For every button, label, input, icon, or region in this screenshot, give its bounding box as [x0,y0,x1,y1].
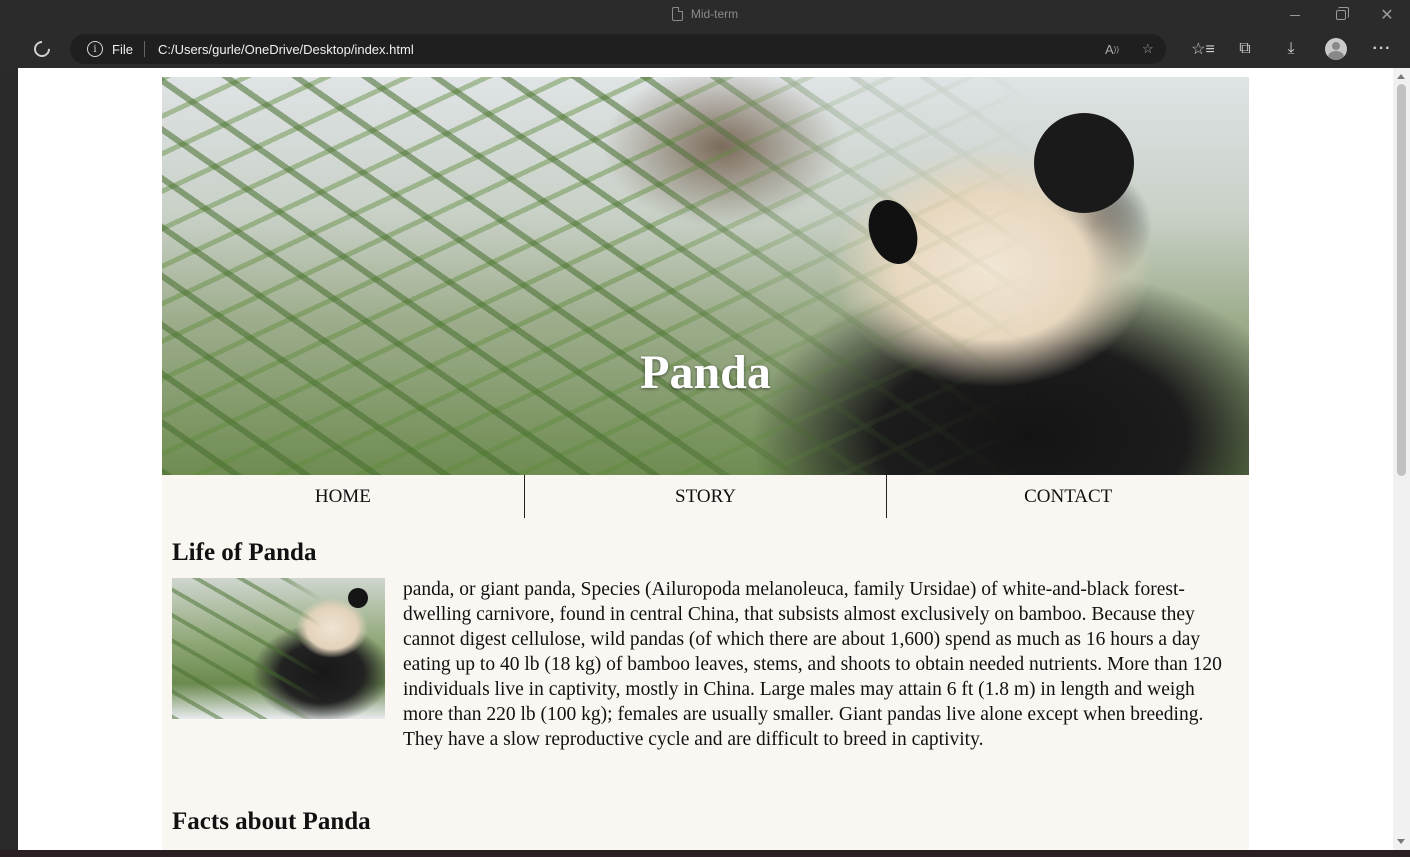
close-icon: ✕ [1380,7,1394,24]
restore-button[interactable] [1318,0,1364,30]
nav-story[interactable]: STORY [523,475,887,518]
document-icon [671,7,683,21]
panda-thumbnail-image [172,578,385,719]
left-panel-strip [0,68,18,857]
address-url[interactable]: C:/Users/gurle/OneDrive/Desktop/index.ht… [158,42,414,57]
add-favorite-icon[interactable]: ☆ [1142,34,1154,64]
read-aloud-icon[interactable]: A)) [1105,34,1119,64]
restore-icon [1336,7,1349,20]
nav-home[interactable]: HOME [162,475,524,518]
hero-title: Panda [640,346,771,399]
vertical-scrollbar[interactable] [1393,68,1410,850]
info-icon[interactable]: i [87,41,103,57]
page-container: Panda HOME STORY CONTACT Life of Panda p… [162,77,1249,850]
taskbar-edge [0,850,1410,857]
scroll-up-arrow-icon[interactable] [1397,74,1405,79]
scrollbar-thumb[interactable] [1397,84,1406,476]
thumbnail-panda-ear-shape [348,588,368,608]
life-section-title: Life of Panda [172,539,317,566]
facts-section-title: Facts about Panda [172,808,371,835]
reload-button[interactable] [28,30,56,68]
nav-contact[interactable]: CONTACT [886,475,1249,518]
close-button[interactable]: ✕ [1364,0,1410,30]
favorites-icon[interactable]: ☆≡ [1188,30,1218,68]
life-section-text: panda, or giant panda, Species (Ailuropo… [403,579,1222,750]
window-title-bar: Mid-term ✕ [0,0,1410,30]
address-scheme: File [112,41,133,57]
window-title-text: Mid-term [690,7,739,21]
reload-icon [30,37,54,61]
window-title: Mid-term [0,7,1410,21]
address-bar[interactable]: i File C:/Users/gurle/OneDrive/Desktop/i… [70,34,1166,64]
page-viewport: Panda HOME STORY CONTACT Life of Panda p… [18,68,1393,850]
address-separator [143,41,145,57]
collections-icon[interactable]: ⧉ [1230,30,1260,68]
panda-ear-shape [1034,113,1134,213]
more-menu-icon[interactable]: ··· [1367,30,1397,68]
hero-banner-image: Panda [162,77,1249,475]
minimize-icon [1290,14,1300,16]
scroll-down-arrow-icon[interactable] [1397,839,1405,844]
browser-toolbar: i File C:/Users/gurle/OneDrive/Desktop/i… [0,30,1410,68]
downloads-icon[interactable]: ⤓ [1276,30,1306,68]
minimize-button[interactable] [1272,0,1318,30]
profile-icon[interactable] [1321,30,1351,68]
main-nav: HOME STORY CONTACT [162,475,1249,518]
